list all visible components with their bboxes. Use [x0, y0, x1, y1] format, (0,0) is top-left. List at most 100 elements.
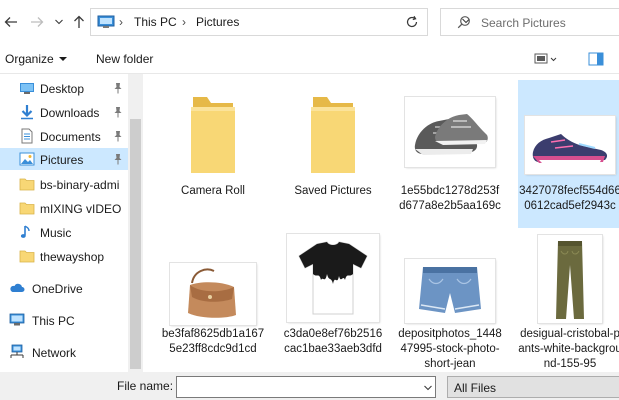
back-button[interactable]: [0, 9, 22, 35]
breadcrumb-separator-icon: ›: [182, 15, 186, 29]
pin-icon[interactable]: [113, 153, 123, 165]
sidebar-item-this-pc[interactable]: This PC: [0, 309, 128, 331]
desktop-icon: [20, 83, 34, 94]
folder-icon: [19, 178, 35, 191]
music-icon: [20, 225, 30, 238]
image-thumbnail: [405, 259, 495, 323]
folder-icon: [191, 97, 235, 173]
change-view-button[interactable]: [534, 52, 558, 69]
file-item-image[interactable]: be3faf8625db1a1675e23ff8cdc9d1cd: [161, 231, 265, 372]
search-icon: [457, 16, 470, 29]
olive-pants-image: [556, 241, 584, 319]
drip-tshirt-image: [298, 241, 368, 315]
folder-icon: [311, 97, 355, 173]
file-name-dropdown-chevron-icon[interactable]: [424, 385, 432, 391]
forward-arrow-icon: [31, 17, 44, 27]
sidebar-item-network[interactable]: Network: [0, 341, 128, 363]
file-name: desigual-cristobal-pants-white-backgroun…: [518, 328, 619, 370]
back-arrow-icon: [4, 17, 17, 27]
up-arrow-icon: [74, 15, 84, 28]
running-shoe-image: [532, 134, 608, 164]
breadcrumb-pictures[interactable]: Pictures: [196, 15, 239, 29]
preview-pane-button[interactable]: [588, 52, 604, 69]
breadcrumb-separator-icon: ›: [119, 15, 123, 29]
sidebar-item-mixing-video[interactable]: mIXING vIDEO: [0, 197, 128, 219]
search-box[interactable]: Search Pictures: [440, 8, 619, 36]
search-placeholder: Search Pictures: [481, 16, 566, 30]
brown-bag-image: [188, 268, 236, 318]
file-name-input[interactable]: [176, 376, 436, 398]
folder-icon: [19, 250, 35, 263]
file-name: Camera Roll: [181, 185, 245, 197]
address-row: › This PC › Pictures Search Pictures: [0, 0, 619, 44]
forward-button[interactable]: [26, 9, 48, 35]
chevron-down-icon: [55, 19, 63, 25]
computer-icon: [9, 313, 25, 326]
sidebar-item-label: This PC: [32, 314, 75, 328]
sidebar-item-onedrive[interactable]: OneDrive: [0, 277, 128, 299]
pin-icon[interactable]: [113, 82, 123, 94]
image-thumbnail: [287, 234, 379, 322]
image-thumbnail: [525, 116, 615, 174]
organize-caret-icon: [58, 57, 67, 61]
sidebar-item-desktop[interactable]: Desktop: [0, 77, 128, 99]
file-name: Saved Pictures: [294, 185, 372, 197]
documents-icon: [21, 128, 33, 144]
sneakers-image: [414, 114, 488, 155]
organize-button[interactable]: Organize: [5, 52, 67, 66]
recent-locations-button[interactable]: [52, 9, 66, 35]
sidebar-item-label: Downloads: [40, 106, 100, 120]
sidebar-item-downloads[interactable]: Downloads: [0, 101, 128, 123]
pin-icon[interactable]: [113, 130, 123, 142]
image-thumbnail: [538, 235, 602, 323]
cloud-icon: [10, 283, 25, 292]
sidebar-item-label: Documents: [40, 130, 101, 144]
preview-pane-icon: [588, 52, 604, 66]
file-item-image-selected[interactable]: 3427078fecf554d660612cad5ef2943c: [518, 80, 619, 228]
sidebar-item-bs-binary-admi[interactable]: bs-binary-admi: [0, 173, 128, 195]
file-type-filter[interactable]: All Files: [447, 376, 619, 398]
file-item-saved-pictures[interactable]: Saved Pictures: [281, 80, 385, 215]
file-item-image[interactable]: desigual-cristobal-pants-white-backgroun…: [518, 231, 619, 372]
sidebar-item-label: Music: [40, 226, 72, 240]
sidebar-item-music[interactable]: Music: [0, 221, 128, 243]
view-options-icon: [534, 53, 557, 64]
sidebar-item-documents[interactable]: Documents: [0, 125, 128, 147]
file-name: be3faf8625db1a1675e23ff8cdc9d1cd: [161, 328, 265, 355]
organize-label: Organize: [5, 52, 54, 66]
sidebar-item-label: thewayshop: [40, 250, 105, 264]
breadcrumb-this-pc[interactable]: This PC: [134, 15, 177, 29]
folder-icon: [19, 202, 35, 215]
sidebar-item-label: bs-binary-admi: [40, 178, 120, 192]
sidebar-item-label: mIXING vIDEO: [40, 202, 122, 216]
command-bar: Organize New folder: [0, 44, 619, 74]
pin-icon[interactable]: [113, 106, 123, 118]
file-item-image[interactable]: c3da0e8ef76b2516cac1bae33aeb3dfd: [281, 231, 385, 372]
sidebar-item-label: Desktop: [40, 82, 85, 96]
sidebar-item-pictures[interactable]: Pictures: [0, 148, 128, 170]
file-name: 1e55bdc1278d253fd677a8e2b5aa169c: [399, 185, 501, 212]
file-name: c3da0e8ef76b2516cac1bae33aeb3dfd: [283, 328, 383, 355]
sidebar-item-thewayshop[interactable]: thewayshop: [0, 245, 128, 267]
file-name: depositphotos_144847995-stock-photo-shor…: [398, 328, 502, 370]
file-name-bar: File name: All Files: [0, 372, 619, 400]
network-icon: [10, 344, 24, 358]
pictures-icon: [19, 152, 35, 166]
file-item-camera-roll[interactable]: Camera Roll: [161, 80, 265, 215]
file-list: Camera Roll Saved Pictures 1e55bdc1278d2…: [143, 74, 619, 372]
file-item-image[interactable]: 1e55bdc1278d253fd677a8e2b5aa169c: [398, 80, 502, 228]
up-button[interactable]: [68, 9, 90, 35]
denim-shorts-image: [419, 267, 481, 313]
image-thumbnail: [170, 263, 256, 325]
address-bar[interactable]: › This PC › Pictures: [90, 8, 470, 36]
navigation-pane: Desktop Downloads Documents Pictures bs-…: [0, 74, 143, 372]
file-name: 3427078fecf554d660612cad5ef2943c: [519, 185, 619, 212]
sidebar-item-label: Network: [32, 346, 77, 360]
sidebar-scrollbar-thumb[interactable]: [130, 119, 141, 369]
refresh-button[interactable]: [396, 8, 428, 36]
new-folder-button[interactable]: New folder: [96, 52, 153, 66]
sidebar-item-label: OneDrive: [32, 282, 83, 296]
image-thumbnail: [405, 97, 495, 167]
file-item-image[interactable]: depositphotos_144847995-stock-photo-shor…: [398, 231, 502, 372]
file-type-filter-label: All Files: [454, 381, 497, 395]
